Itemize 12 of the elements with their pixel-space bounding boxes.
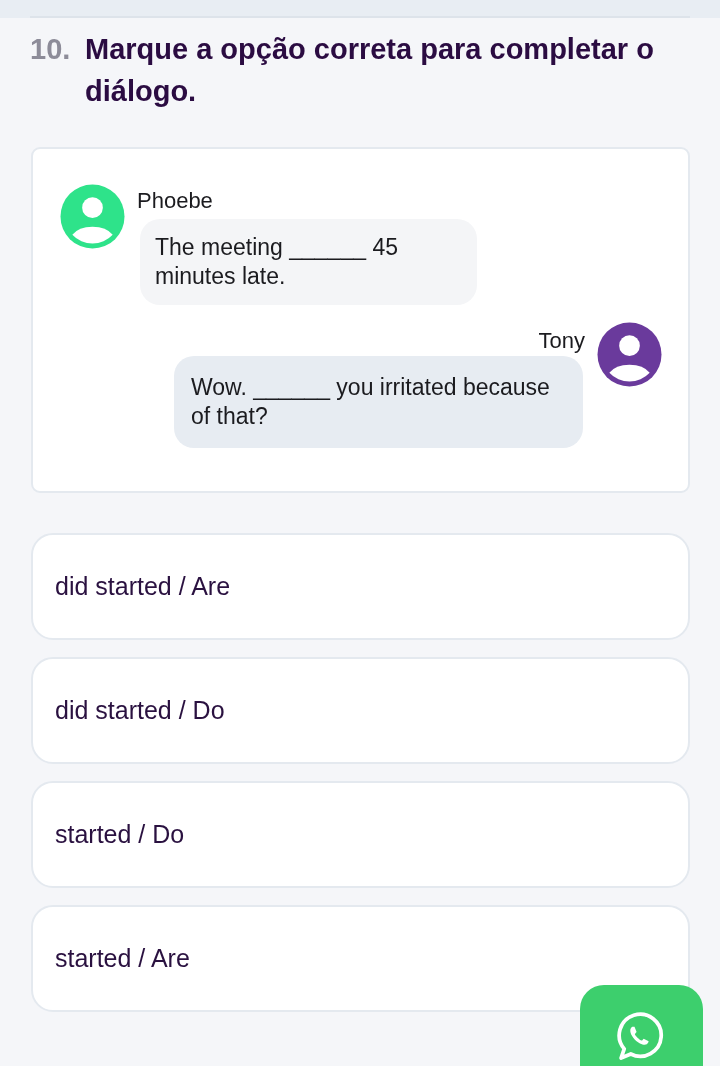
answer-option[interactable]: started / Are: [31, 905, 690, 1012]
answer-option[interactable]: did started / Do: [31, 657, 690, 764]
message-bubble: Wow. ______ you irritated because of that?: [174, 356, 583, 448]
answer-option[interactable]: did started / Are: [31, 533, 690, 640]
sender-name: Tony: [538, 328, 585, 354]
phone-chat-icon: [617, 1012, 666, 1061]
chat-button[interactable]: [580, 985, 703, 1066]
question-number: 10.: [30, 32, 72, 67]
sender-name: Phoebe: [137, 188, 213, 214]
question-text: Marque a opção correta para completar o diálogo.: [85, 32, 655, 109]
answer-option[interactable]: started / Do: [31, 781, 690, 888]
message-bubble: The meeting ______ 45 minutes late.: [140, 219, 477, 305]
